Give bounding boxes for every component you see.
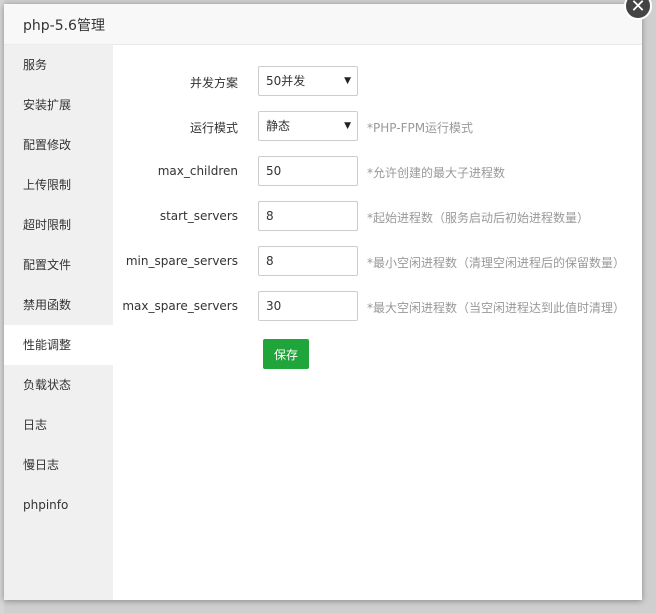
sidebar-item-install-extension[interactable]: 安装扩展 bbox=[4, 85, 113, 125]
max-spare-servers-row: max_spare_servers *最大空闲进程数（当空闲进程达到此值时清理） bbox=[113, 291, 642, 323]
php-manage-dialog: php-5.6管理 ✕ 服务 安装扩展 配置修改 上传限制 超时限制 配置文件 … bbox=[4, 0, 652, 600]
sidebar: 服务 安装扩展 配置修改 上传限制 超时限制 配置文件 禁用函数 性能调整 负载… bbox=[4, 45, 113, 600]
run-mode-row: 运行模式 静态 ▼ *PHP-FPM运行模式 bbox=[113, 111, 642, 143]
run-mode-label: 运行模式 bbox=[189, 121, 238, 135]
max-children-input[interactable] bbox=[258, 156, 358, 186]
chevron-down-icon: ▼ bbox=[344, 76, 351, 86]
max-spare-servers-hint: *最大空闲进程数（当空闲进程达到此值时清理） bbox=[367, 301, 626, 315]
dialog-header: php-5.6管理 bbox=[4, 4, 642, 45]
sidebar-item-slow-log[interactable]: 慢日志 bbox=[4, 445, 113, 485]
sidebar-item-phpinfo[interactable]: phpinfo bbox=[4, 485, 113, 525]
run-mode-value: 静态 bbox=[266, 119, 291, 133]
min-spare-servers-row: min_spare_servers *最小空闲进程数（清理空闲进程后的保留数量） bbox=[113, 246, 642, 278]
concurrency-value: 50并发 bbox=[266, 74, 306, 88]
start-servers-input[interactable] bbox=[258, 201, 358, 231]
min-spare-servers-label: min_spare_servers bbox=[125, 254, 238, 268]
concurrency-row: 并发方案 50并发 ▼ bbox=[113, 66, 642, 98]
concurrency-label: 并发方案 bbox=[189, 76, 238, 90]
run-mode-select[interactable]: 静态 ▼ bbox=[258, 111, 358, 141]
save-button[interactable]: 保存 bbox=[263, 339, 309, 369]
start-servers-row: start_servers *起始进程数（服务启动后初始进程数量） bbox=[113, 201, 642, 233]
performance-panel: 并发方案 50并发 ▼ 运行模式 静态 ▼ *PHP-FPM运行模式 max_c… bbox=[113, 45, 642, 600]
sidebar-item-config-file[interactable]: 配置文件 bbox=[4, 245, 113, 285]
sidebar-item-load-status[interactable]: 负载状态 bbox=[4, 365, 113, 405]
min-spare-servers-hint: *最小空闲进程数（清理空闲进程后的保留数量） bbox=[367, 256, 626, 270]
sidebar-item-config-edit[interactable]: 配置修改 bbox=[4, 125, 113, 165]
sidebar-item-performance[interactable]: 性能调整 bbox=[4, 325, 113, 365]
start-servers-hint: *起始进程数（服务启动后初始进程数量） bbox=[367, 211, 590, 225]
dialog-title: php-5.6管理 bbox=[23, 18, 105, 34]
sidebar-item-upload-limit[interactable]: 上传限制 bbox=[4, 165, 113, 205]
min-spare-servers-input[interactable] bbox=[258, 246, 358, 276]
sidebar-item-log[interactable]: 日志 bbox=[4, 405, 113, 445]
sidebar-item-disabled-functions[interactable]: 禁用函数 bbox=[4, 285, 113, 325]
max-children-hint: *允许创建的最大子进程数 bbox=[367, 166, 506, 180]
max-children-row: max_children *允许创建的最大子进程数 bbox=[113, 156, 642, 188]
run-mode-hint: *PHP-FPM运行模式 bbox=[367, 121, 474, 135]
concurrency-select[interactable]: 50并发 ▼ bbox=[258, 66, 358, 96]
chevron-down-icon: ▼ bbox=[344, 121, 351, 131]
start-servers-label: start_servers bbox=[159, 209, 238, 223]
sidebar-item-service[interactable]: 服务 bbox=[4, 45, 113, 85]
max-children-label: max_children bbox=[157, 164, 238, 178]
sidebar-item-timeout-limit[interactable]: 超时限制 bbox=[4, 205, 113, 245]
max-spare-servers-label: max_spare_servers bbox=[122, 299, 238, 313]
max-spare-servers-input[interactable] bbox=[258, 291, 358, 321]
